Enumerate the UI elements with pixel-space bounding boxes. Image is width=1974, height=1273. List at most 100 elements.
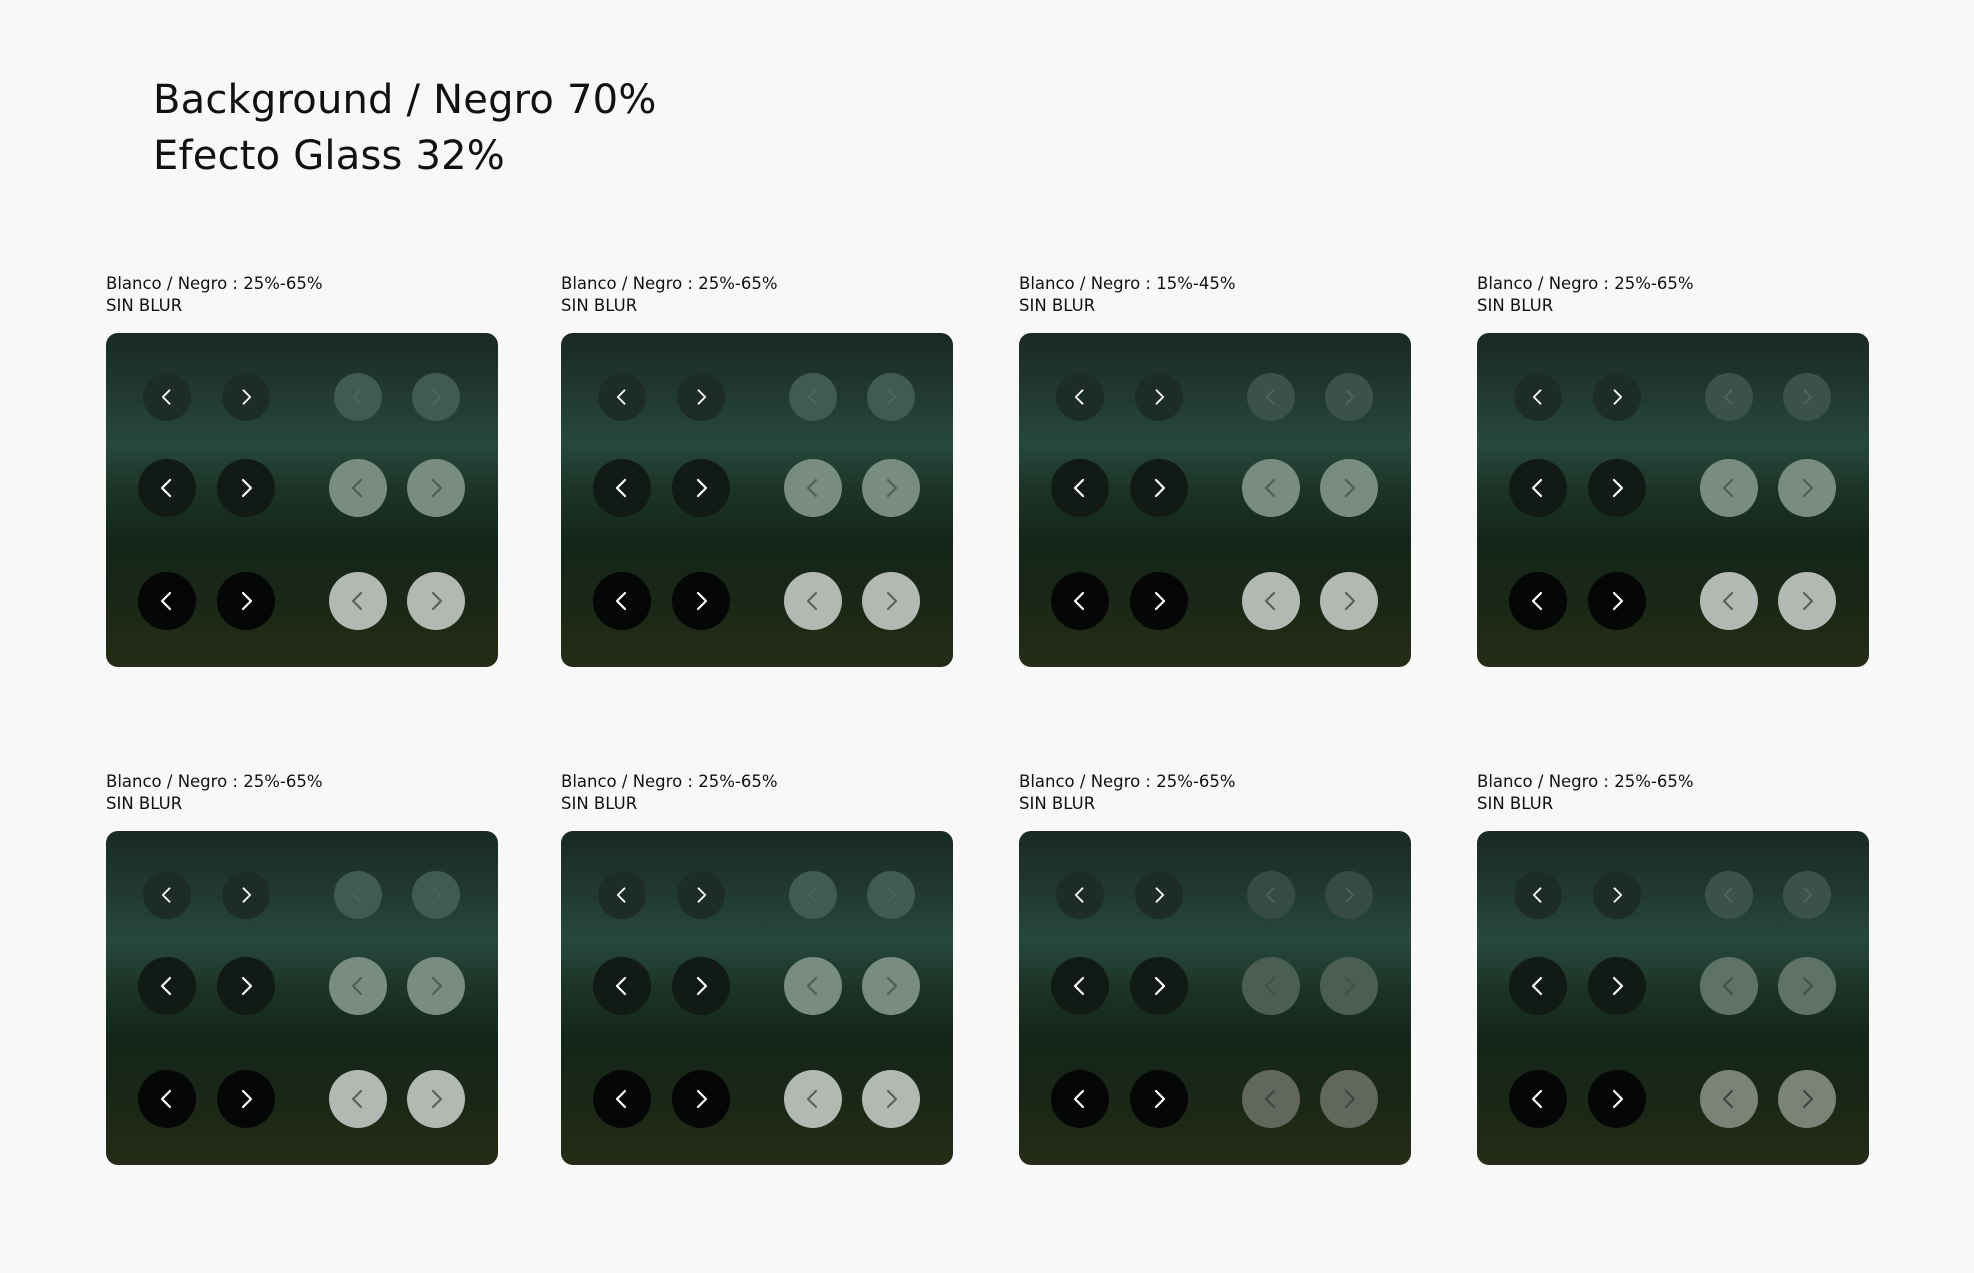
light-next-button[interactable] xyxy=(407,1070,465,1128)
dark-next-button[interactable] xyxy=(217,957,275,1015)
light-prev-button[interactable] xyxy=(334,871,382,919)
light-next-button[interactable] xyxy=(862,1070,920,1128)
light-next-button[interactable] xyxy=(1320,957,1378,1015)
dark-next-button[interactable] xyxy=(1130,572,1188,630)
dark-next-button[interactable] xyxy=(672,1070,730,1128)
dark-prev-button[interactable] xyxy=(138,572,196,630)
light-next-button[interactable] xyxy=(1783,373,1831,421)
light-prev-button[interactable] xyxy=(329,459,387,517)
light-prev-button[interactable] xyxy=(329,1070,387,1128)
dark-prev-button[interactable] xyxy=(138,1070,196,1128)
light-prev-button[interactable] xyxy=(784,572,842,630)
dark-next-button[interactable] xyxy=(1593,871,1641,919)
dark-next-button[interactable] xyxy=(677,373,725,421)
dark-next-button[interactable] xyxy=(1130,459,1188,517)
dark-prev-button[interactable] xyxy=(598,871,646,919)
dark-next-button[interactable] xyxy=(1588,1070,1646,1128)
light-next-button[interactable] xyxy=(862,572,920,630)
light-next-button[interactable] xyxy=(867,871,915,919)
dark-prev-button[interactable] xyxy=(1509,957,1567,1015)
light-next-button[interactable] xyxy=(1778,957,1836,1015)
light-prev-button[interactable] xyxy=(784,459,842,517)
light-prev-button[interactable] xyxy=(1705,871,1753,919)
variant-card: Blanco / Negro : 25%-65% SIN BLUR xyxy=(1477,273,1869,667)
light-next-button[interactable] xyxy=(407,459,465,517)
dark-prev-button[interactable] xyxy=(1509,1070,1567,1128)
dark-next-button[interactable] xyxy=(1588,459,1646,517)
light-prev-button[interactable] xyxy=(1700,572,1758,630)
dark-prev-button[interactable] xyxy=(1051,459,1109,517)
dark-prev-button[interactable] xyxy=(593,1070,651,1128)
dark-next-button[interactable] xyxy=(1588,572,1646,630)
dark-next-button[interactable] xyxy=(1135,373,1183,421)
light-prev-button[interactable] xyxy=(329,572,387,630)
dark-next-button[interactable] xyxy=(217,459,275,517)
light-next-button[interactable] xyxy=(407,957,465,1015)
light-next-button[interactable] xyxy=(407,572,465,630)
light-prev-button[interactable] xyxy=(1247,373,1295,421)
dark-next-button[interactable] xyxy=(672,459,730,517)
dark-prev-button[interactable] xyxy=(1056,373,1104,421)
light-prev-button[interactable] xyxy=(1242,957,1300,1015)
light-prev-button[interactable] xyxy=(1700,1070,1758,1128)
light-prev-button[interactable] xyxy=(1242,1070,1300,1128)
light-next-button[interactable] xyxy=(1325,871,1373,919)
dark-prev-button[interactable] xyxy=(138,957,196,1015)
dark-prev-button[interactable] xyxy=(1051,572,1109,630)
light-prev-button[interactable] xyxy=(789,871,837,919)
light-prev-button[interactable] xyxy=(1705,373,1753,421)
dark-prev-button[interactable] xyxy=(1056,871,1104,919)
dark-prev-button[interactable] xyxy=(138,459,196,517)
light-next-button[interactable] xyxy=(862,459,920,517)
light-next-button[interactable] xyxy=(1325,373,1373,421)
dark-next-button[interactable] xyxy=(217,572,275,630)
light-prev-button[interactable] xyxy=(784,1070,842,1128)
dark-next-button[interactable] xyxy=(672,957,730,1015)
dark-prev-button[interactable] xyxy=(1051,1070,1109,1128)
light-next-button[interactable] xyxy=(862,957,920,1015)
dark-next-button[interactable] xyxy=(217,1070,275,1128)
light-next-button[interactable] xyxy=(1778,459,1836,517)
light-prev-button[interactable] xyxy=(1700,957,1758,1015)
dark-next-button[interactable] xyxy=(1135,871,1183,919)
dark-prev-button[interactable] xyxy=(593,459,651,517)
dark-next-button[interactable] xyxy=(222,373,270,421)
dark-prev-button[interactable] xyxy=(598,373,646,421)
light-prev-button[interactable] xyxy=(784,957,842,1015)
dark-prev-button[interactable] xyxy=(1514,871,1562,919)
light-next-button[interactable] xyxy=(1320,572,1378,630)
dark-next-button[interactable] xyxy=(222,871,270,919)
caption-blur-mode: SIN BLUR xyxy=(1019,794,1096,813)
dark-prev-button[interactable] xyxy=(1051,957,1109,1015)
chevron-left-icon xyxy=(1722,478,1734,498)
light-next-button[interactable] xyxy=(1320,1070,1378,1128)
light-next-button[interactable] xyxy=(412,871,460,919)
dark-prev-button[interactable] xyxy=(593,572,651,630)
dark-next-button[interactable] xyxy=(1130,1070,1188,1128)
dark-prev-button[interactable] xyxy=(143,373,191,421)
dark-prev-button[interactable] xyxy=(1514,373,1562,421)
light-prev-button[interactable] xyxy=(334,373,382,421)
dark-next-button[interactable] xyxy=(672,572,730,630)
dark-next-button[interactable] xyxy=(1130,957,1188,1015)
light-next-button[interactable] xyxy=(867,373,915,421)
light-next-button[interactable] xyxy=(412,373,460,421)
light-next-button[interactable] xyxy=(1778,572,1836,630)
dark-prev-button[interactable] xyxy=(1509,459,1567,517)
dark-prev-button[interactable] xyxy=(593,957,651,1015)
dark-next-button[interactable] xyxy=(677,871,725,919)
light-prev-button[interactable] xyxy=(789,373,837,421)
light-next-button[interactable] xyxy=(1320,459,1378,517)
light-prev-button[interactable] xyxy=(1700,459,1758,517)
light-next-button[interactable] xyxy=(1783,871,1831,919)
chevron-right-icon xyxy=(1803,887,1813,903)
light-prev-button[interactable] xyxy=(1247,871,1295,919)
dark-prev-button[interactable] xyxy=(1509,572,1567,630)
light-prev-button[interactable] xyxy=(329,957,387,1015)
dark-next-button[interactable] xyxy=(1593,373,1641,421)
light-prev-button[interactable] xyxy=(1242,459,1300,517)
dark-next-button[interactable] xyxy=(1588,957,1646,1015)
light-next-button[interactable] xyxy=(1778,1070,1836,1128)
light-prev-button[interactable] xyxy=(1242,572,1300,630)
dark-prev-button[interactable] xyxy=(143,871,191,919)
